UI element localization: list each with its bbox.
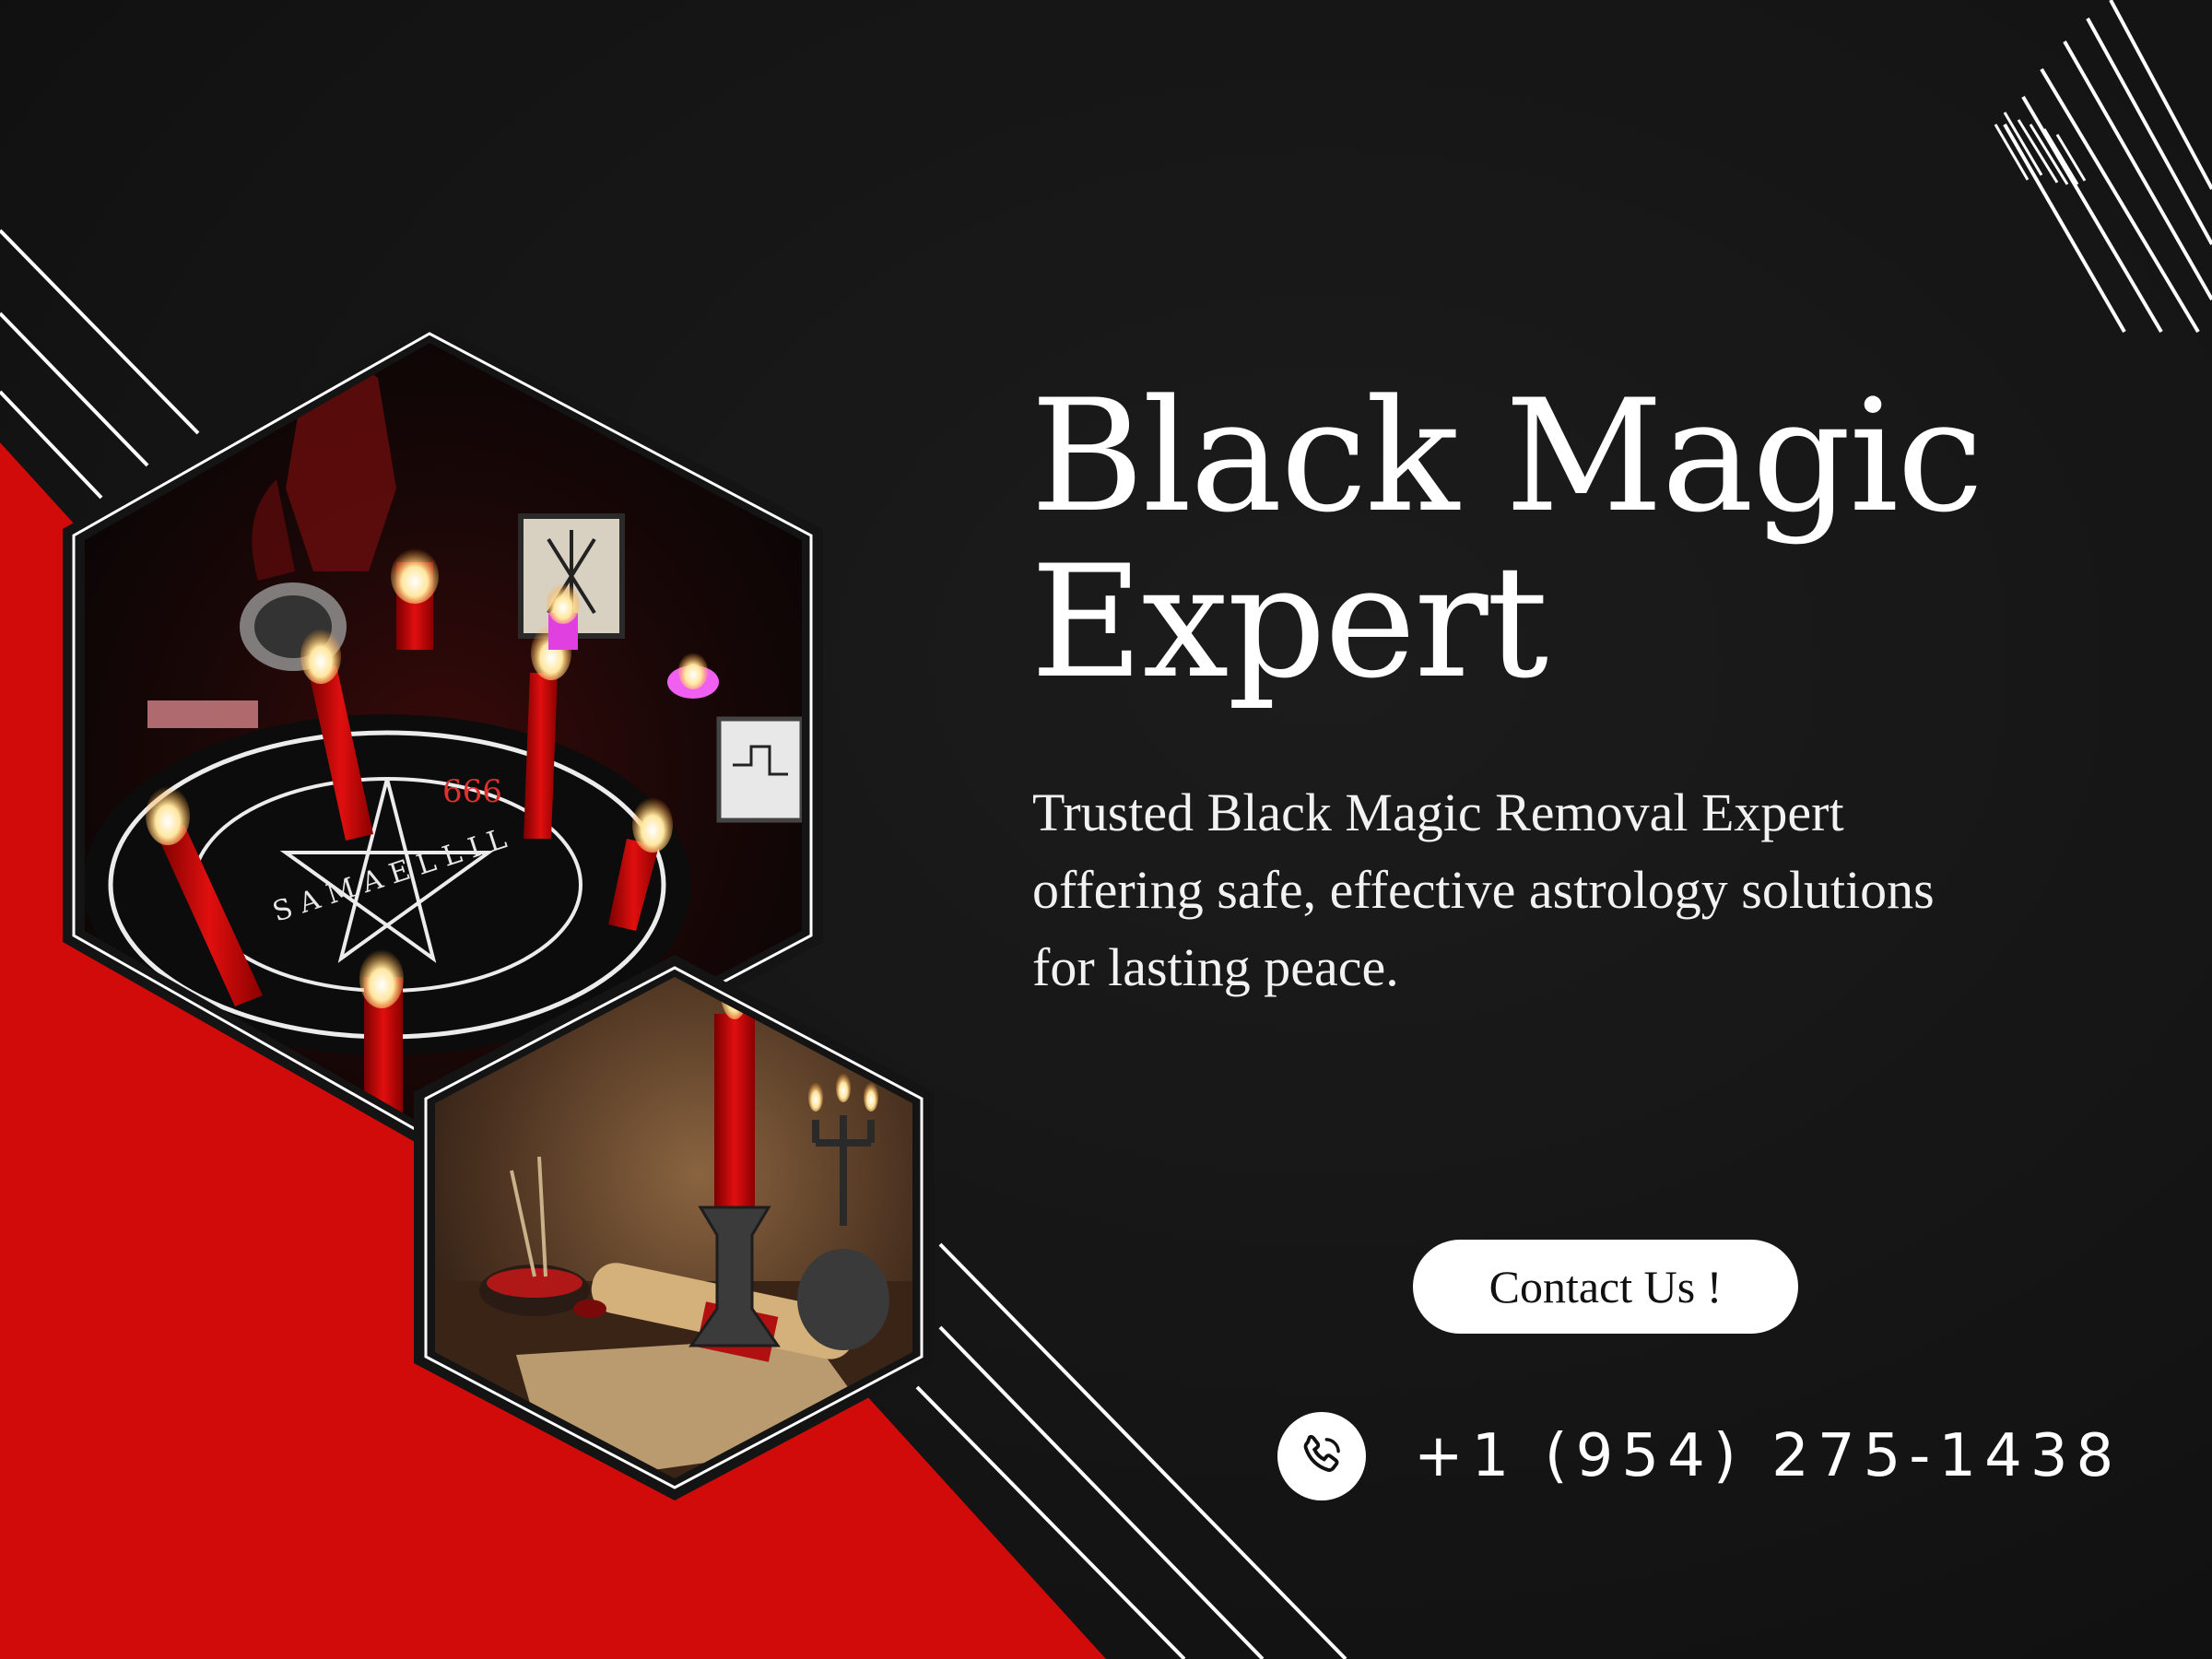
tagline: Trusted Black Magic Removal Expert offer… (1032, 774, 2120, 1006)
phone-contact[interactable]: +1 (954) 275-1438 (1277, 1410, 2122, 1502)
phone-glyph (1303, 1434, 1340, 1472)
page-title: Black Magic Expert (1030, 373, 2136, 705)
tagline-line-2: offering safe, effective astrology solut… (1032, 860, 1935, 920)
contact-us-button[interactable]: Contact Us ! (1413, 1240, 1798, 1334)
banner: 666 S A M A E L L I L Black Magic Expert… (0, 0, 2212, 1659)
title-line-2: Expert (1030, 532, 1548, 712)
tagline-line-3: for lasting peace. (1032, 937, 1399, 997)
phone-icon[interactable] (1277, 1412, 1366, 1500)
title-line-1: Black Magic (1030, 366, 1983, 547)
altar-666: 666 (442, 773, 502, 810)
phone-number[interactable]: +1 (954) 275-1438 (1414, 1422, 2122, 1490)
left-stripes (0, 229, 200, 500)
tagline-line-1: Trusted Black Magic Removal Expert (1032, 782, 1844, 842)
